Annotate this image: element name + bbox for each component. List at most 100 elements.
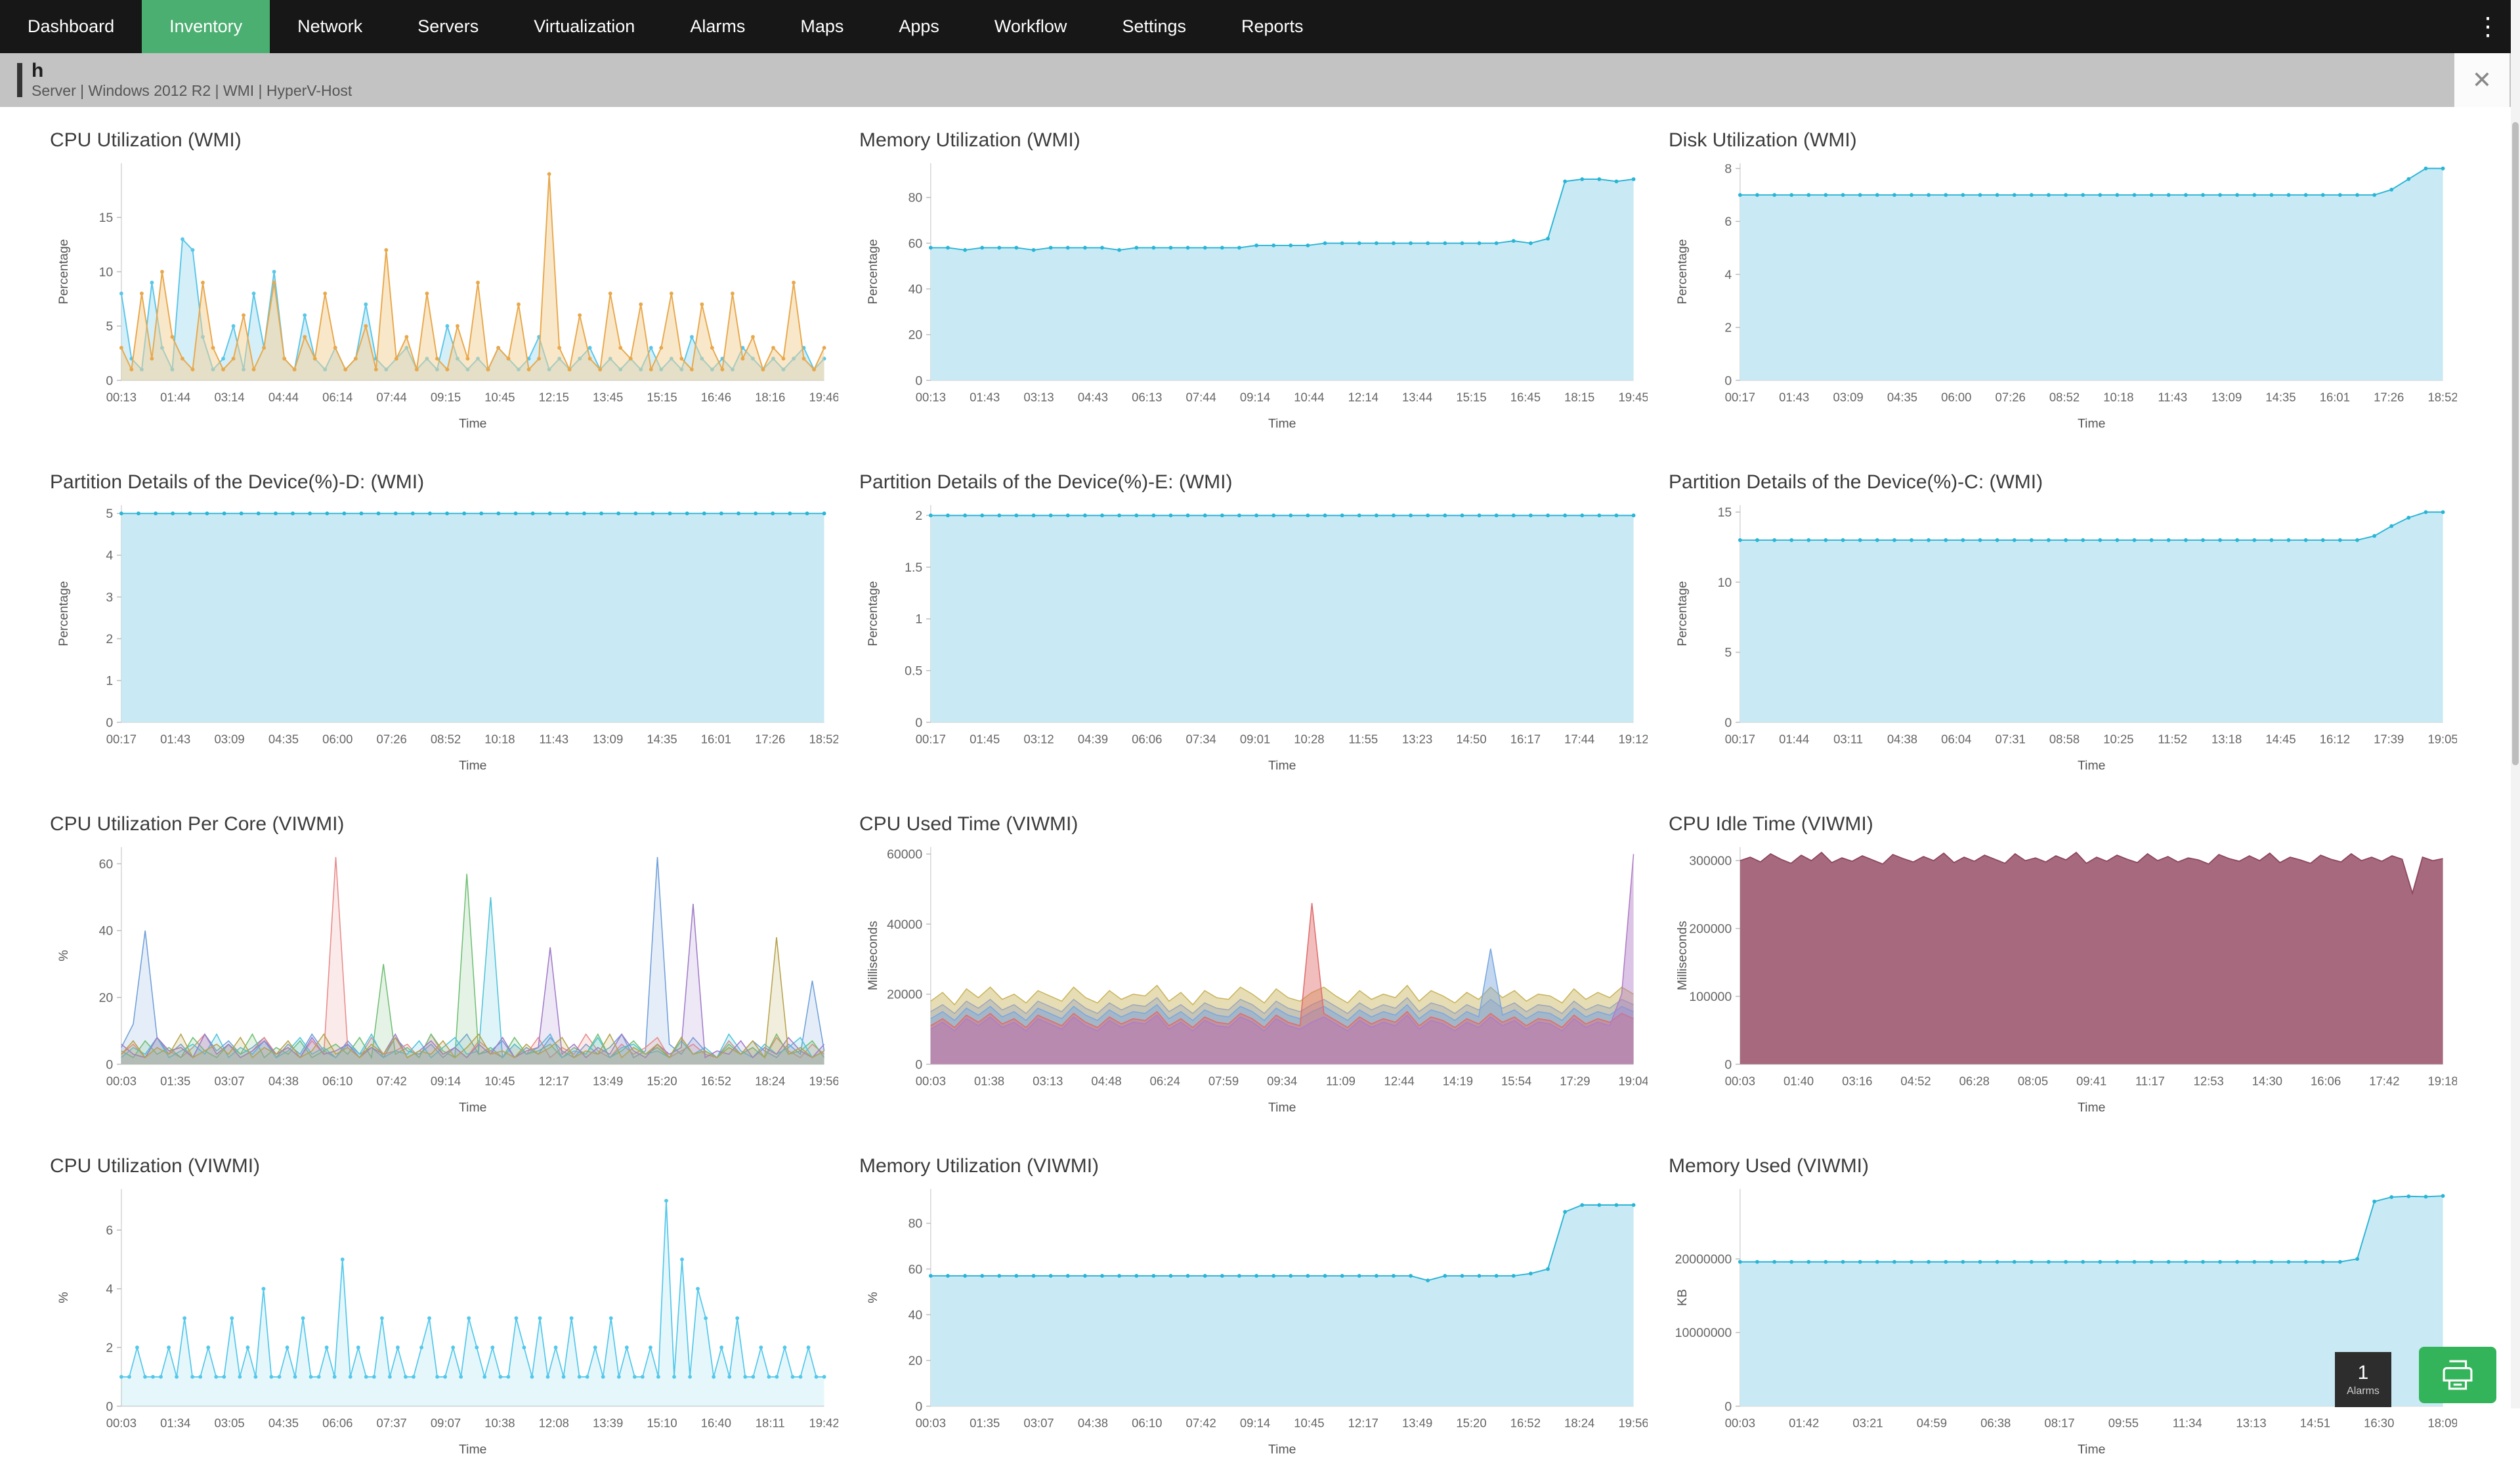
top-nav-items: DashboardInventoryNetworkServersVirtuali…: [0, 0, 1331, 53]
svg-text:00:17: 00:17: [916, 732, 946, 746]
nav-item-network[interactable]: Network: [270, 0, 390, 53]
svg-text:07:42: 07:42: [377, 1074, 407, 1088]
chart-canvas[interactable]: 020000400006000000:0301:3803:1304:4806:2…: [855, 837, 1648, 1126]
close-button[interactable]: ✕: [2454, 53, 2509, 107]
svg-text:60000: 60000: [887, 847, 922, 862]
svg-text:07:42: 07:42: [1186, 1416, 1216, 1430]
svg-text:06:06: 06:06: [1132, 732, 1162, 746]
svg-text:07:26: 07:26: [377, 732, 407, 746]
chart-canvas[interactable]: 024600:0301:3403:0504:3506:0607:3709:071…: [46, 1179, 838, 1468]
nav-item-alarms[interactable]: Alarms: [662, 0, 773, 53]
nav-item-dashboard[interactable]: Dashboard: [0, 0, 142, 53]
svg-text:09:34: 09:34: [1267, 1074, 1297, 1088]
svg-text:07:34: 07:34: [1186, 732, 1216, 746]
svg-text:18:11: 18:11: [756, 1416, 785, 1430]
chart-canvas[interactable]: 020406000:0301:3503:0704:3806:1007:4209:…: [46, 837, 838, 1126]
svg-text:09:41: 09:41: [2076, 1074, 2106, 1088]
svg-text:4: 4: [1724, 268, 1732, 282]
svg-text:2: 2: [106, 1341, 113, 1355]
nav-item-inventory[interactable]: Inventory: [142, 0, 270, 53]
nav-item-settings[interactable]: Settings: [1094, 0, 1214, 53]
printer-icon: [2441, 1360, 2475, 1390]
svg-text:Percentage: Percentage: [866, 581, 880, 646]
svg-text:0: 0: [915, 715, 922, 730]
scrollbar-track[interactable]: [2511, 0, 2520, 1408]
nav-item-virtualization[interactable]: Virtualization: [506, 0, 662, 53]
svg-text:18:24: 18:24: [755, 1074, 785, 1088]
svg-text:01:42: 01:42: [1789, 1416, 1819, 1430]
chart-panel-5: Partition Details of the Device(%)-E: (W…: [855, 454, 1648, 796]
svg-text:10000000: 10000000: [1675, 1326, 1732, 1340]
chart-title: Partition Details of the Device(%)-D: (W…: [50, 471, 838, 494]
svg-text:14:35: 14:35: [2265, 391, 2296, 404]
svg-text:01:44: 01:44: [160, 391, 190, 404]
chart-canvas[interactable]: 05101500:1701:4403:1104:3806:0407:3108:5…: [1665, 495, 2457, 784]
svg-text:18:52: 18:52: [809, 732, 838, 746]
svg-text:00:03: 00:03: [916, 1416, 946, 1430]
svg-text:03:11: 03:11: [1833, 732, 1863, 746]
svg-text:04:39: 04:39: [1078, 732, 1108, 746]
chart-canvas[interactable]: 02040608000:1301:4303:1304:4306:1307:440…: [855, 153, 1648, 442]
svg-text:Milliseconds: Milliseconds: [866, 921, 880, 990]
svg-text:12:44: 12:44: [1384, 1074, 1415, 1088]
svg-text:10:45: 10:45: [484, 1074, 515, 1088]
svg-text:07:31: 07:31: [1996, 732, 2026, 746]
device-header: h Server | Windows 2012 R2 | WMI | Hyper…: [0, 53, 2520, 107]
scrollbar-thumb[interactable]: [2512, 122, 2519, 765]
svg-text:Percentage: Percentage: [1675, 581, 1690, 646]
print-button[interactable]: [2419, 1347, 2496, 1403]
svg-text:07:26: 07:26: [1996, 391, 2026, 404]
chart-canvas[interactable]: 00.511.5200:1701:4503:1204:3906:0607:340…: [855, 495, 1648, 784]
svg-text:01:43: 01:43: [160, 732, 190, 746]
svg-text:08:17: 08:17: [2044, 1416, 2074, 1430]
svg-text:15:15: 15:15: [647, 391, 677, 404]
nav-item-reports[interactable]: Reports: [1214, 0, 1331, 53]
device-header-text: h Server | Windows 2012 R2 | WMI | Hyper…: [32, 60, 352, 100]
svg-text:Time: Time: [1268, 1443, 1296, 1457]
chart-canvas[interactable]: 02040608000:0301:3503:0704:3806:1007:420…: [855, 1179, 1648, 1468]
svg-text:03:13: 03:13: [1033, 1074, 1063, 1088]
svg-text:13:18: 13:18: [2211, 732, 2242, 746]
svg-text:06:00: 06:00: [322, 732, 352, 746]
chart-canvas[interactable]: 01234500:1701:4303:0904:3506:0007:2608:5…: [46, 495, 838, 784]
svg-text:01:43: 01:43: [970, 391, 1000, 404]
svg-text:16:40: 16:40: [701, 1416, 731, 1430]
chart-canvas[interactable]: 0100000002000000000:0301:4203:2104:5906:…: [1665, 1179, 2457, 1468]
nav-item-apps[interactable]: Apps: [871, 0, 967, 53]
nav-item-servers[interactable]: Servers: [390, 0, 506, 53]
chart-canvas[interactable]: 0246800:1701:4303:0904:3506:0007:2608:52…: [1665, 153, 2457, 442]
chart-panel-11: Memory Utilization (VIWMI) 02040608000:0…: [855, 1138, 1648, 1480]
svg-text:19:42: 19:42: [809, 1416, 838, 1430]
svg-text:08:52: 08:52: [431, 732, 461, 746]
svg-text:300000: 300000: [1689, 854, 1732, 868]
svg-text:04:43: 04:43: [1078, 391, 1108, 404]
chart-canvas[interactable]: 05101500:1301:4403:1404:4406:1407:4409:1…: [46, 153, 838, 442]
svg-text:Percentage: Percentage: [866, 239, 880, 305]
svg-text:04:35: 04:35: [1887, 391, 1917, 404]
svg-text:16:01: 16:01: [701, 732, 731, 746]
svg-text:12:17: 12:17: [1348, 1416, 1378, 1430]
svg-text:Time: Time: [459, 1443, 487, 1457]
nav-item-workflow[interactable]: Workflow: [967, 0, 1095, 53]
svg-text:09:15: 09:15: [431, 391, 461, 404]
alarm-badge[interactable]: 1 Alarms: [2335, 1352, 2391, 1407]
svg-text:4: 4: [106, 549, 113, 563]
svg-text:12:08: 12:08: [539, 1416, 569, 1430]
svg-text:03:07: 03:07: [1023, 1416, 1054, 1430]
svg-text:00:13: 00:13: [106, 391, 137, 404]
svg-text:40000: 40000: [887, 918, 922, 932]
svg-text:Milliseconds: Milliseconds: [1675, 921, 1690, 990]
svg-text:10:44: 10:44: [1294, 391, 1324, 404]
nav-item-maps[interactable]: Maps: [773, 0, 871, 53]
svg-text:01:34: 01:34: [160, 1416, 190, 1430]
chart-canvas[interactable]: 010000020000030000000:0301:4003:1604:520…: [1665, 837, 2457, 1126]
svg-text:60: 60: [908, 236, 923, 251]
svg-text:13:39: 13:39: [593, 1416, 623, 1430]
svg-text:11:34: 11:34: [2173, 1416, 2202, 1430]
svg-text:14:35: 14:35: [647, 732, 677, 746]
svg-text:15:20: 15:20: [1456, 1416, 1486, 1430]
svg-text:01:35: 01:35: [160, 1074, 190, 1088]
svg-text:04:38: 04:38: [1887, 732, 1917, 746]
svg-text:09:14: 09:14: [431, 1074, 461, 1088]
svg-text:00:17: 00:17: [1725, 391, 1755, 404]
